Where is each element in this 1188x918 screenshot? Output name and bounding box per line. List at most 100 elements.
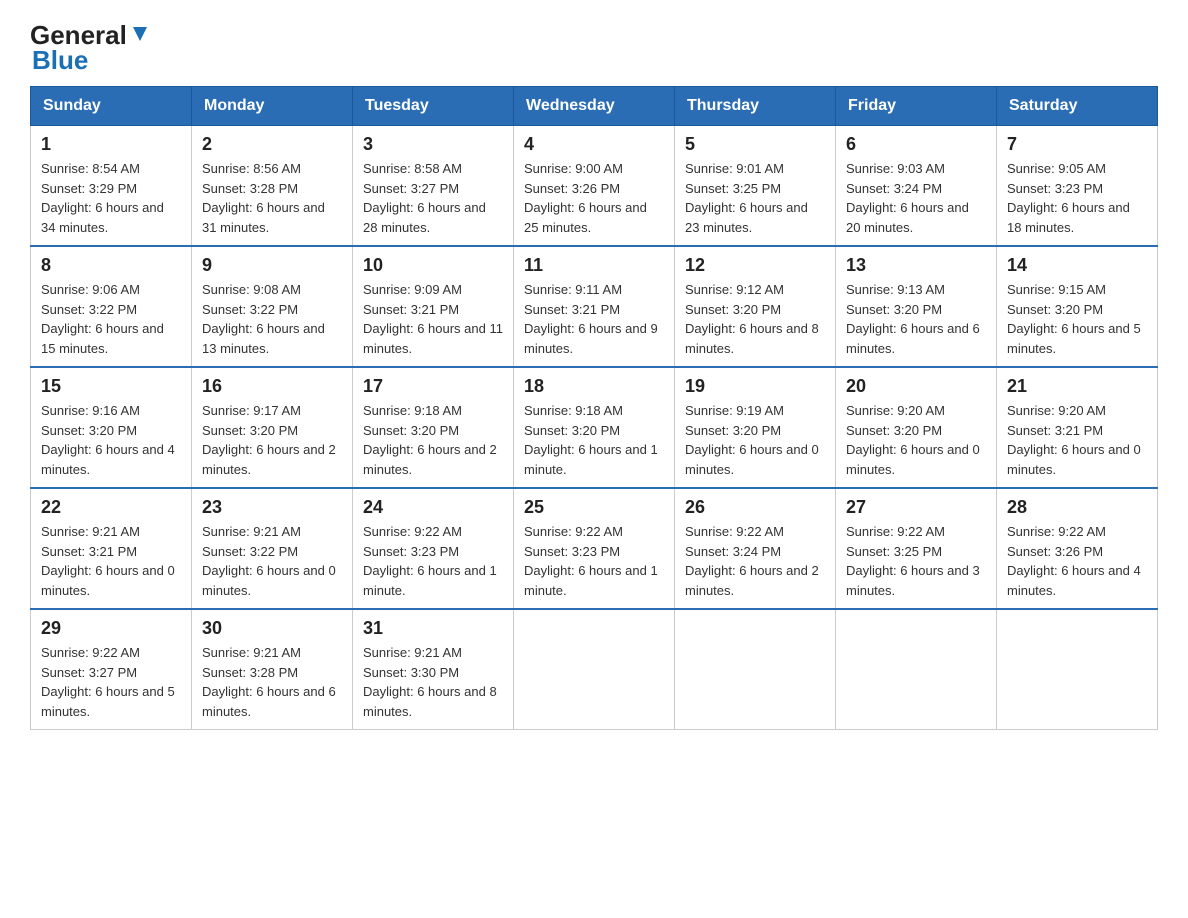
- calendar-cell: 2 Sunrise: 8:56 AMSunset: 3:28 PMDayligh…: [192, 126, 353, 247]
- calendar-cell: 26 Sunrise: 9:22 AMSunset: 3:24 PMDaylig…: [675, 488, 836, 609]
- day-info: Sunrise: 9:03 AMSunset: 3:24 PMDaylight:…: [846, 161, 969, 235]
- day-number: 19: [685, 376, 825, 397]
- day-info: Sunrise: 9:22 AMSunset: 3:25 PMDaylight:…: [846, 524, 980, 598]
- day-number: 3: [363, 134, 503, 155]
- day-info: Sunrise: 9:22 AMSunset: 3:27 PMDaylight:…: [41, 645, 175, 719]
- calendar-week-row: 15 Sunrise: 9:16 AMSunset: 3:20 PMDaylig…: [31, 367, 1158, 488]
- calendar-cell: 19 Sunrise: 9:19 AMSunset: 3:20 PMDaylig…: [675, 367, 836, 488]
- day-number: 9: [202, 255, 342, 276]
- calendar-header-row: SundayMondayTuesdayWednesdayThursdayFrid…: [31, 87, 1158, 126]
- day-number: 6: [846, 134, 986, 155]
- day-number: 26: [685, 497, 825, 518]
- day-number: 23: [202, 497, 342, 518]
- calendar-cell: 18 Sunrise: 9:18 AMSunset: 3:20 PMDaylig…: [514, 367, 675, 488]
- calendar-cell: [675, 609, 836, 730]
- day-info: Sunrise: 9:19 AMSunset: 3:20 PMDaylight:…: [685, 403, 819, 477]
- calendar-cell: 23 Sunrise: 9:21 AMSunset: 3:22 PMDaylig…: [192, 488, 353, 609]
- calendar-cell: 15 Sunrise: 9:16 AMSunset: 3:20 PMDaylig…: [31, 367, 192, 488]
- day-number: 20: [846, 376, 986, 397]
- day-number: 29: [41, 618, 181, 639]
- logo-arrow-icon: [129, 23, 151, 50]
- calendar-cell: 8 Sunrise: 9:06 AMSunset: 3:22 PMDayligh…: [31, 246, 192, 367]
- calendar-cell: 21 Sunrise: 9:20 AMSunset: 3:21 PMDaylig…: [997, 367, 1158, 488]
- calendar-cell: 7 Sunrise: 9:05 AMSunset: 3:23 PMDayligh…: [997, 126, 1158, 247]
- calendar-cell: [514, 609, 675, 730]
- day-info: Sunrise: 9:22 AMSunset: 3:23 PMDaylight:…: [524, 524, 658, 598]
- calendar-cell: 17 Sunrise: 9:18 AMSunset: 3:20 PMDaylig…: [353, 367, 514, 488]
- calendar-cell: 1 Sunrise: 8:54 AMSunset: 3:29 PMDayligh…: [31, 126, 192, 247]
- day-number: 18: [524, 376, 664, 397]
- day-number: 27: [846, 497, 986, 518]
- day-number: 8: [41, 255, 181, 276]
- page-header: General Blue: [30, 20, 1158, 76]
- day-info: Sunrise: 9:21 AMSunset: 3:22 PMDaylight:…: [202, 524, 336, 598]
- calendar-cell: 14 Sunrise: 9:15 AMSunset: 3:20 PMDaylig…: [997, 246, 1158, 367]
- calendar-week-row: 22 Sunrise: 9:21 AMSunset: 3:21 PMDaylig…: [31, 488, 1158, 609]
- day-info: Sunrise: 9:15 AMSunset: 3:20 PMDaylight:…: [1007, 282, 1141, 356]
- day-number: 25: [524, 497, 664, 518]
- calendar-cell: 30 Sunrise: 9:21 AMSunset: 3:28 PMDaylig…: [192, 609, 353, 730]
- day-info: Sunrise: 8:58 AMSunset: 3:27 PMDaylight:…: [363, 161, 486, 235]
- day-number: 14: [1007, 255, 1147, 276]
- day-number: 5: [685, 134, 825, 155]
- calendar-cell: 9 Sunrise: 9:08 AMSunset: 3:22 PMDayligh…: [192, 246, 353, 367]
- col-header-saturday: Saturday: [997, 87, 1158, 126]
- day-info: Sunrise: 9:11 AMSunset: 3:21 PMDaylight:…: [524, 282, 658, 356]
- calendar-week-row: 29 Sunrise: 9:22 AMSunset: 3:27 PMDaylig…: [31, 609, 1158, 730]
- day-info: Sunrise: 9:09 AMSunset: 3:21 PMDaylight:…: [363, 282, 503, 356]
- day-number: 24: [363, 497, 503, 518]
- day-number: 16: [202, 376, 342, 397]
- day-info: Sunrise: 9:18 AMSunset: 3:20 PMDaylight:…: [363, 403, 497, 477]
- day-number: 30: [202, 618, 342, 639]
- calendar-cell: 16 Sunrise: 9:17 AMSunset: 3:20 PMDaylig…: [192, 367, 353, 488]
- day-number: 28: [1007, 497, 1147, 518]
- day-number: 1: [41, 134, 181, 155]
- day-number: 22: [41, 497, 181, 518]
- col-header-wednesday: Wednesday: [514, 87, 675, 126]
- day-info: Sunrise: 9:18 AMSunset: 3:20 PMDaylight:…: [524, 403, 658, 477]
- day-number: 21: [1007, 376, 1147, 397]
- day-number: 13: [846, 255, 986, 276]
- col-header-sunday: Sunday: [31, 87, 192, 126]
- calendar-cell: 24 Sunrise: 9:22 AMSunset: 3:23 PMDaylig…: [353, 488, 514, 609]
- col-header-friday: Friday: [836, 87, 997, 126]
- calendar-cell: 12 Sunrise: 9:12 AMSunset: 3:20 PMDaylig…: [675, 246, 836, 367]
- calendar-cell: 28 Sunrise: 9:22 AMSunset: 3:26 PMDaylig…: [997, 488, 1158, 609]
- day-info: Sunrise: 9:00 AMSunset: 3:26 PMDaylight:…: [524, 161, 647, 235]
- day-info: Sunrise: 8:54 AMSunset: 3:29 PMDaylight:…: [41, 161, 164, 235]
- day-number: 10: [363, 255, 503, 276]
- day-info: Sunrise: 9:22 AMSunset: 3:23 PMDaylight:…: [363, 524, 497, 598]
- day-info: Sunrise: 9:20 AMSunset: 3:21 PMDaylight:…: [1007, 403, 1141, 477]
- calendar-table: SundayMondayTuesdayWednesdayThursdayFrid…: [30, 86, 1158, 730]
- calendar-week-row: 1 Sunrise: 8:54 AMSunset: 3:29 PMDayligh…: [31, 126, 1158, 247]
- calendar-cell: 3 Sunrise: 8:58 AMSunset: 3:27 PMDayligh…: [353, 126, 514, 247]
- day-number: 12: [685, 255, 825, 276]
- day-number: 7: [1007, 134, 1147, 155]
- calendar-cell: 25 Sunrise: 9:22 AMSunset: 3:23 PMDaylig…: [514, 488, 675, 609]
- day-info: Sunrise: 9:22 AMSunset: 3:26 PMDaylight:…: [1007, 524, 1141, 598]
- day-info: Sunrise: 9:21 AMSunset: 3:28 PMDaylight:…: [202, 645, 336, 719]
- calendar-cell: 20 Sunrise: 9:20 AMSunset: 3:20 PMDaylig…: [836, 367, 997, 488]
- calendar-cell: 22 Sunrise: 9:21 AMSunset: 3:21 PMDaylig…: [31, 488, 192, 609]
- calendar-cell: 6 Sunrise: 9:03 AMSunset: 3:24 PMDayligh…: [836, 126, 997, 247]
- day-number: 2: [202, 134, 342, 155]
- logo-blue-text: Blue: [32, 45, 88, 76]
- day-number: 17: [363, 376, 503, 397]
- day-info: Sunrise: 9:13 AMSunset: 3:20 PMDaylight:…: [846, 282, 980, 356]
- calendar-cell: 31 Sunrise: 9:21 AMSunset: 3:30 PMDaylig…: [353, 609, 514, 730]
- calendar-cell: 29 Sunrise: 9:22 AMSunset: 3:27 PMDaylig…: [31, 609, 192, 730]
- calendar-cell: 13 Sunrise: 9:13 AMSunset: 3:20 PMDaylig…: [836, 246, 997, 367]
- day-info: Sunrise: 9:12 AMSunset: 3:20 PMDaylight:…: [685, 282, 819, 356]
- calendar-cell: [836, 609, 997, 730]
- calendar-cell: 5 Sunrise: 9:01 AMSunset: 3:25 PMDayligh…: [675, 126, 836, 247]
- calendar-cell: 4 Sunrise: 9:00 AMSunset: 3:26 PMDayligh…: [514, 126, 675, 247]
- logo: General Blue: [30, 20, 151, 76]
- calendar-week-row: 8 Sunrise: 9:06 AMSunset: 3:22 PMDayligh…: [31, 246, 1158, 367]
- day-number: 4: [524, 134, 664, 155]
- day-info: Sunrise: 9:01 AMSunset: 3:25 PMDaylight:…: [685, 161, 808, 235]
- day-number: 15: [41, 376, 181, 397]
- day-info: Sunrise: 8:56 AMSunset: 3:28 PMDaylight:…: [202, 161, 325, 235]
- day-info: Sunrise: 9:06 AMSunset: 3:22 PMDaylight:…: [41, 282, 164, 356]
- calendar-cell: 27 Sunrise: 9:22 AMSunset: 3:25 PMDaylig…: [836, 488, 997, 609]
- calendar-cell: 11 Sunrise: 9:11 AMSunset: 3:21 PMDaylig…: [514, 246, 675, 367]
